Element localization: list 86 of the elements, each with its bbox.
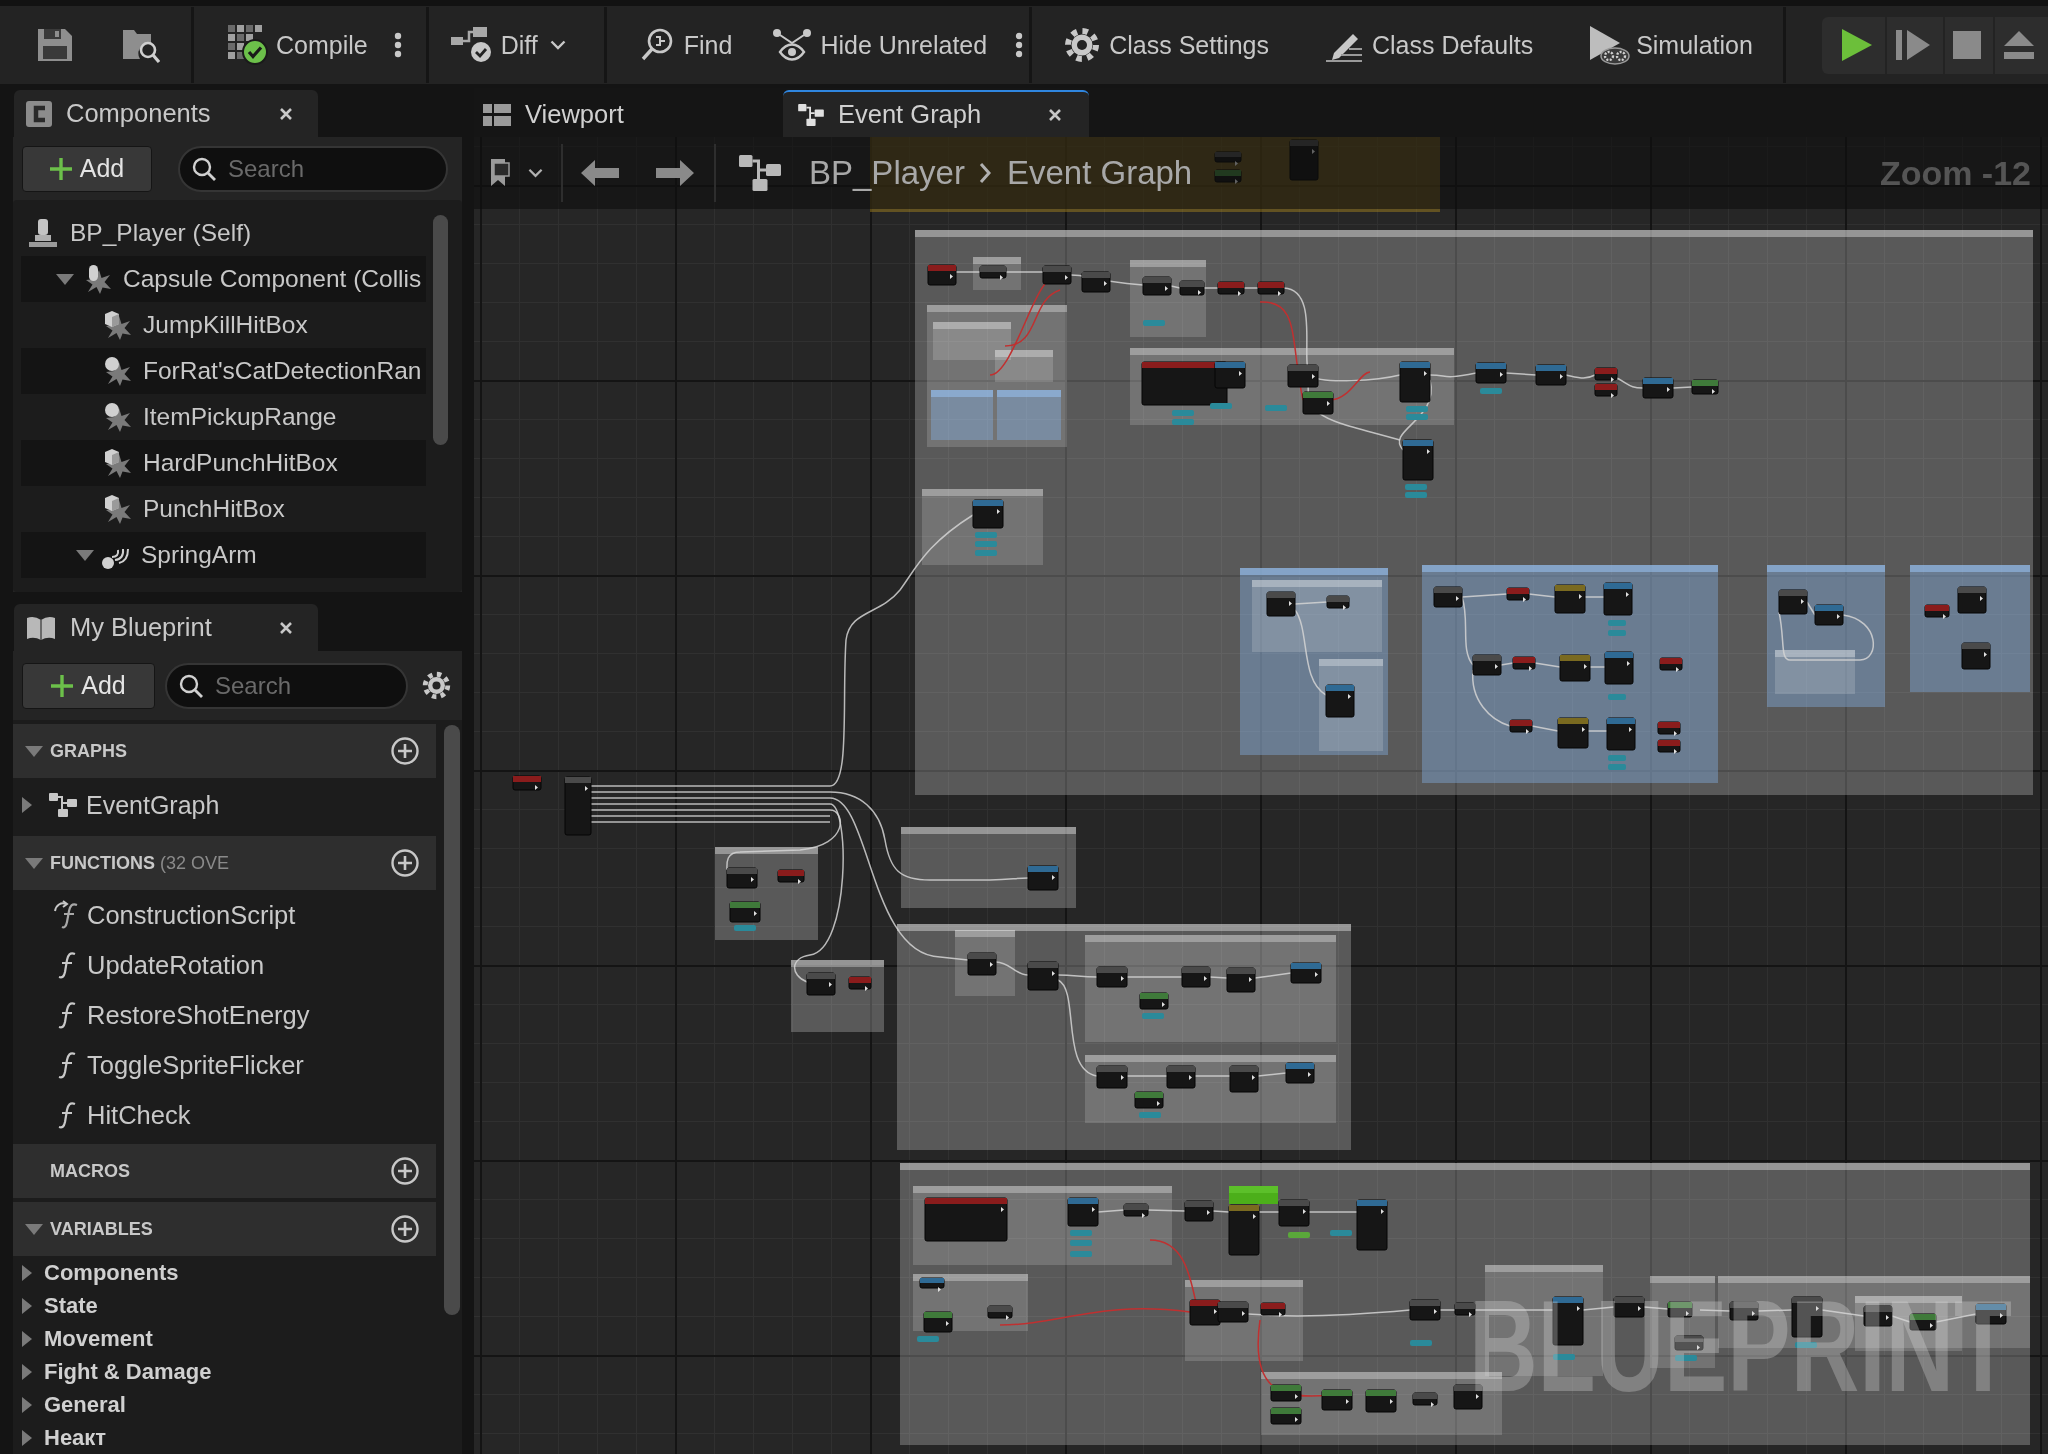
- section-title: VARIABLES: [50, 1218, 153, 1240]
- component-name[interactable]: PunchHitBox: [143, 495, 285, 523]
- plus-icon: [51, 674, 74, 697]
- function-name[interactable]: ToggleSpriteFlicker: [87, 1050, 304, 1080]
- expand-arrow-icon[interactable]: [22, 797, 32, 813]
- variable-category[interactable]: General: [44, 1391, 126, 1418]
- compile-icon: [228, 25, 268, 65]
- add-circle-icon[interactable]: [391, 1215, 419, 1243]
- component-name[interactable]: SpringArm: [141, 541, 257, 569]
- variable-category[interactable]: Неакт: [44, 1424, 107, 1451]
- kebab-menu-icon[interactable]: [1015, 32, 1024, 58]
- book-icon: [26, 614, 56, 641]
- variable-category[interactable]: Movement: [44, 1325, 153, 1352]
- bookmark-icon[interactable]: [490, 159, 510, 187]
- expand-arrow-icon[interactable]: [25, 745, 43, 757]
- zoom-level: Zoom -12: [1879, 153, 2031, 193]
- expand-arrow-icon[interactable]: [22, 1396, 32, 1413]
- class-settings-button[interactable]: Class Settings: [1058, 15, 1275, 75]
- panel-tab[interactable]: Components: [14, 90, 318, 137]
- settings-icon[interactable]: [422, 671, 451, 700]
- panel-tab[interactable]: My Blueprint: [14, 604, 318, 651]
- component-name[interactable]: BP_Player (Self): [70, 219, 252, 247]
- settings-icon: [1064, 27, 1101, 63]
- graph-type-label: BLUEPRINT: [1469, 1281, 2013, 1411]
- component-name[interactable]: JumpKillHitBox: [143, 311, 308, 339]
- close-icon[interactable]: [1049, 108, 1061, 121]
- search-field[interactable]: Search: [165, 662, 408, 709]
- class-defaults-button[interactable]: Class Defaults: [1318, 15, 1540, 75]
- chevron-down-icon: [549, 40, 566, 50]
- section-count: (32 OVE: [160, 852, 230, 874]
- expand-arrow-icon[interactable]: [22, 1264, 32, 1281]
- expand-arrow-icon[interactable]: [22, 1363, 32, 1380]
- eject-icon[interactable]: [2002, 30, 2035, 60]
- search-field[interactable]: Search: [178, 145, 448, 192]
- graph-icon: [798, 103, 824, 126]
- save-icon[interactable]: [37, 28, 73, 62]
- pawn-icon: [28, 218, 58, 248]
- add-button[interactable]: Add: [22, 662, 155, 709]
- plus-icon: [49, 157, 72, 180]
- diff-icon: [450, 27, 493, 63]
- expand-arrow-icon[interactable]: [22, 1330, 32, 1347]
- component-icon: [26, 100, 52, 127]
- add-button[interactable]: Add: [22, 145, 152, 192]
- search-icon: [640, 28, 673, 62]
- section-title: MACROS: [50, 1160, 130, 1182]
- expand-arrow-icon[interactable]: [22, 1297, 32, 1314]
- kebab-menu-icon[interactable]: [393, 32, 402, 58]
- step-icon[interactable]: [1894, 29, 1931, 61]
- variable-category[interactable]: Fight & Damage: [44, 1358, 212, 1385]
- expand-arrow-icon[interactable]: [56, 273, 74, 285]
- play-gears-icon: [1588, 25, 1631, 65]
- scrollbar-thumb[interactable]: [433, 215, 448, 445]
- variable-category[interactable]: Components: [44, 1259, 179, 1286]
- expand-arrow-icon[interactable]: [25, 857, 43, 869]
- function-name[interactable]: HitCheck: [87, 1100, 191, 1130]
- viewport-icon: [483, 103, 511, 126]
- nodes-eye-icon: [772, 28, 813, 62]
- find-button[interactable]: Find: [634, 15, 739, 75]
- simulation-button[interactable]: Simulation: [1582, 15, 1759, 75]
- expand-arrow-icon[interactable]: [25, 1223, 43, 1235]
- function-name[interactable]: RestoreShotEnergy: [87, 1000, 310, 1030]
- section-title: FUNCTIONS: [50, 852, 155, 874]
- editor-tab[interactable]: Viewport: [474, 90, 780, 137]
- search-icon: [179, 673, 203, 698]
- close-icon[interactable]: [280, 107, 292, 120]
- scrollbar-thumb[interactable]: [444, 725, 460, 1315]
- variable-category[interactable]: State: [44, 1292, 98, 1319]
- graph-name[interactable]: EventGraph: [86, 790, 220, 820]
- add-circle-icon[interactable]: [391, 1157, 419, 1185]
- add-circle-icon[interactable]: [391, 737, 419, 765]
- section-title: GRAPHS: [50, 740, 127, 762]
- expand-arrow-icon[interactable]: [22, 1429, 32, 1446]
- component-name[interactable]: ItemPickupRange: [143, 403, 337, 431]
- function-name[interactable]: ConstructionScript: [87, 900, 296, 930]
- compile-button[interactable]: Compile: [222, 15, 374, 75]
- editor-tab[interactable]: Event Graph: [783, 90, 1089, 137]
- add-circle-icon[interactable]: [391, 849, 419, 877]
- folder-search-icon[interactable]: [122, 27, 160, 63]
- function-name[interactable]: UpdateRotation: [87, 950, 265, 980]
- graph-icon: [49, 793, 77, 817]
- hide-unrelated-button[interactable]: Hide Unrelated: [766, 15, 994, 75]
- close-icon[interactable]: [280, 621, 292, 634]
- expand-arrow-icon[interactable]: [76, 549, 94, 561]
- diff-button[interactable]: Diff: [444, 15, 572, 75]
- stop-icon[interactable]: [1952, 31, 1981, 59]
- search-icon: [192, 156, 216, 181]
